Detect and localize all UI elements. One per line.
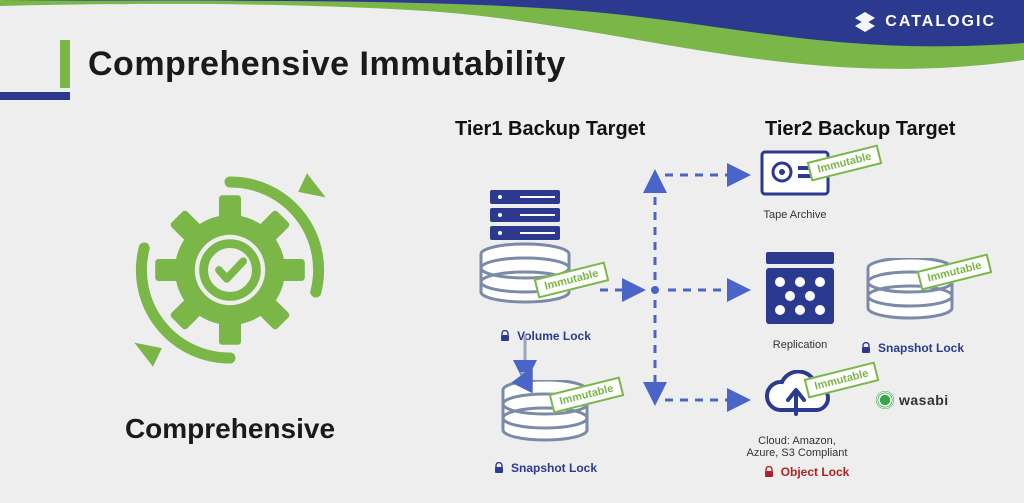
server-disk-icon — [460, 188, 590, 318]
object-lock-label: Object Lock — [781, 465, 850, 479]
lock-icon — [860, 342, 872, 354]
wasabi-mark-icon — [875, 390, 895, 410]
comprehensive-block: Comprehensive — [80, 160, 380, 445]
repl-snapshot-lock-row: Snapshot Lock — [860, 341, 964, 355]
title-text: Comprehensive Immutability — [88, 45, 566, 84]
replication-label: Replication — [760, 339, 840, 351]
catalogic-mark-icon — [853, 10, 877, 34]
lock-icon — [763, 466, 775, 478]
volume-lock-row: Volume Lock — [460, 329, 630, 343]
comprehensive-label: Comprehensive — [80, 413, 380, 445]
replication-appliance-icon — [760, 250, 840, 330]
lock-icon — [499, 330, 511, 342]
tier2-heading: Tier2 Backup Target — [765, 118, 955, 141]
page-title: Comprehensive Immutability — [60, 40, 566, 88]
gear-cycle-icon — [120, 160, 340, 380]
object-lock-row: Object Lock — [760, 465, 852, 479]
repl-snapshot-lock-label: Snapshot Lock — [878, 341, 964, 355]
title-accent-bar — [60, 40, 70, 88]
cloud-label: Cloud: Amazon, Azure, S3 Compliant — [742, 435, 852, 459]
tape-archive-label: Tape Archive — [760, 209, 830, 221]
accent-bar-left — [0, 92, 70, 100]
brand-name: CATALOGIC — [885, 13, 996, 31]
volume-lock-label: Volume Lock — [517, 329, 591, 343]
replication-block: Replication — [760, 250, 840, 351]
wasabi-name: wasabi — [899, 392, 949, 408]
tier1-heading: Tier1 Backup Target — [455, 118, 645, 141]
snapshot-lock-label: Snapshot Lock — [511, 461, 597, 475]
snapshot-lock-row: Snapshot Lock — [475, 461, 615, 475]
lock-icon — [493, 462, 505, 474]
wasabi-logo: wasabi — [875, 390, 949, 410]
brand-logo: CATALOGIC — [853, 10, 996, 34]
